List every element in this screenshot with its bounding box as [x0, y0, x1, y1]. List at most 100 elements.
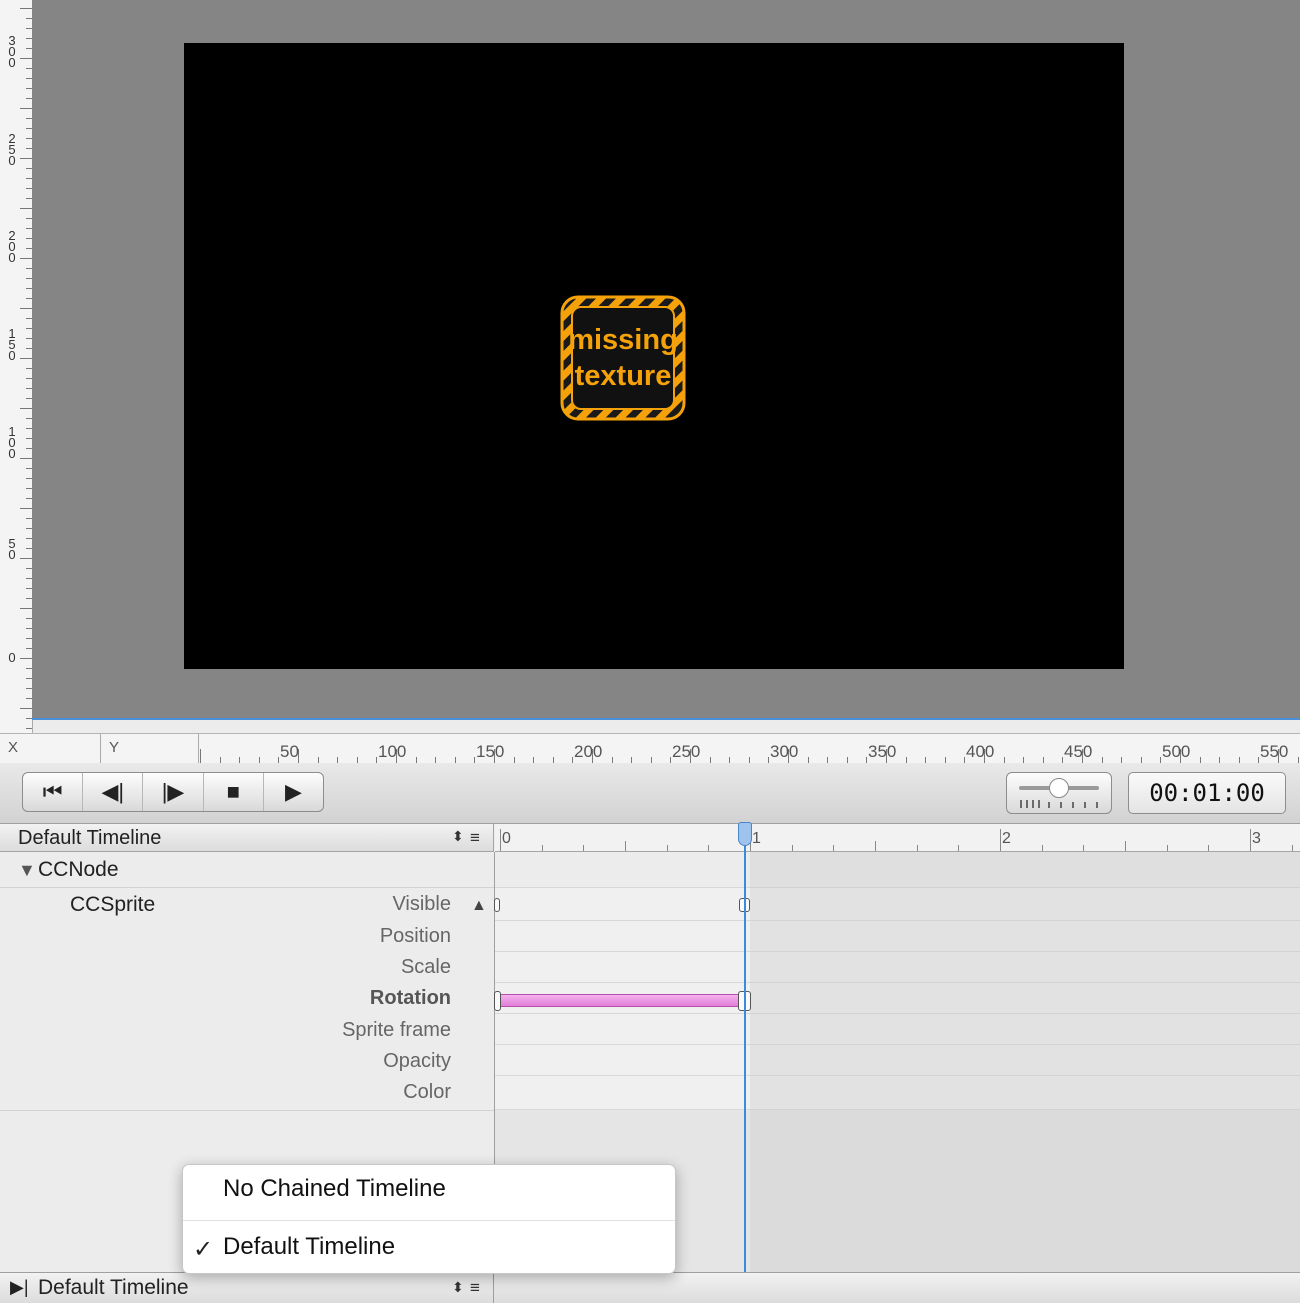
ruler-tick [20, 608, 32, 609]
ruler-tick [20, 658, 32, 659]
timeline-end-shade [750, 852, 1300, 1272]
ruler-tick [20, 558, 32, 559]
checkmark-icon: ✓ [193, 1236, 214, 1263]
property-sprite-frame[interactable]: Sprite frame [342, 1019, 451, 1042]
x-coordinate-field: X [0, 734, 101, 763]
ruler-tick [26, 728, 32, 729]
timeline-second-label: 3 [1252, 830, 1261, 847]
timeline-tick [833, 845, 834, 851]
property-opacity[interactable]: Opacity [383, 1050, 451, 1073]
timeline-tick [917, 845, 918, 851]
playhead-line[interactable] [744, 832, 746, 1272]
menu-item-no-chained[interactable]: No Chained Timeline [223, 1175, 446, 1203]
playback-toolbar: ⏮ ◀︎| |▶︎ ■ ▶ 00:01:00 [0, 763, 1300, 824]
vertical-ruler-label: 200 [8, 228, 16, 265]
scene-background[interactable]: missing texture [184, 43, 1124, 669]
step-back-button[interactable]: ◀︎| [83, 773, 144, 811]
timeline-tick [1167, 845, 1168, 851]
ruler-tick [20, 408, 32, 409]
row-divider [0, 1110, 494, 1111]
timeline-tick [958, 845, 959, 851]
timeline-tick [708, 845, 709, 851]
timeline-tick [500, 829, 501, 851]
list-menu-icon[interactable]: ≡ [470, 828, 480, 848]
timeline-second-label: 0 [502, 830, 511, 847]
node-ccsprite[interactable]: CCSprite [70, 893, 155, 917]
ruler-tick [20, 208, 32, 209]
horizontal-ruler-label: 500 [1162, 742, 1191, 761]
property-position[interactable]: Position [380, 925, 451, 948]
disclosure-triangle-icon[interactable]: ▼ [18, 860, 36, 881]
keyframe-rotation-start[interactable] [494, 991, 501, 1011]
chain-play-icon: ▶| [10, 1277, 29, 1297]
vertical-ruler-label: 300 [8, 33, 16, 70]
horizontal-ruler-label: 350 [868, 742, 897, 761]
list-menu-icon[interactable]: ≡ [470, 1278, 480, 1298]
ruler-tick [20, 508, 32, 509]
stop-button[interactable]: ■ [204, 773, 264, 811]
playhead-handle[interactable] [738, 822, 752, 846]
horizontal-ruler-label: 300 [770, 742, 799, 761]
vertical-ruler-label: 100 [8, 424, 16, 461]
play-button[interactable]: ▶ [264, 773, 323, 811]
stage-bottom-guide [32, 718, 1300, 720]
timeline-ruler[interactable]: 0 1 2 3 [495, 824, 1300, 852]
timeline-tick [583, 845, 584, 851]
horizontal-ruler-label: 150 [476, 742, 505, 761]
property-color[interactable]: Color [403, 1081, 451, 1104]
timeline-tick [792, 845, 793, 851]
zoom-slider-ticks [1020, 800, 1098, 808]
row-divider [0, 887, 494, 888]
zoom-slider-knob[interactable] [1049, 778, 1069, 798]
ruler-tick [20, 258, 32, 259]
ruler-tick [20, 458, 32, 459]
chained-timeline-label: Default Timeline [38, 1276, 189, 1299]
node-ccnode[interactable]: CCNode [38, 858, 119, 882]
timeline-selector[interactable]: Default Timeline ⬍ ≡ [0, 824, 494, 852]
ruler-tick [20, 108, 32, 109]
sprite-text-line2: texture [575, 360, 672, 392]
go-to-start-button[interactable]: ⏮ [23, 773, 84, 811]
horizontal-ruler-label: 200 [574, 742, 603, 761]
timeline-zoom-slider[interactable] [1006, 772, 1112, 814]
updown-arrows-icon: ⬍ [452, 828, 464, 844]
keyframe-visible-start[interactable] [494, 898, 500, 912]
horizontal-ruler-label: 550 [1260, 742, 1289, 761]
timeline-tick [875, 841, 876, 851]
step-forward-button[interactable]: |▶︎ [143, 773, 204, 811]
horizontal-ruler: X Y 50 100 150 200 250 300 350 400 450 500 550 [0, 733, 1300, 764]
timeline-tick [1083, 845, 1084, 851]
updown-arrows-icon: ⬍ [452, 1279, 464, 1295]
ruler-tick [20, 8, 32, 9]
timeline-name: Default Timeline [18, 827, 162, 849]
visible-toggle-arrow-icon[interactable]: ▲ [471, 897, 487, 915]
property-visible[interactable]: Visible [392, 893, 451, 916]
playback-controls: ⏮ ◀︎| |▶︎ ■ ▶ [22, 772, 324, 812]
chained-timeline-menu: No Chained Timeline ✓ Default Timeline [182, 1164, 676, 1274]
chained-timeline-bar: ▶| Default Timeline ⬍ ≡ [0, 1272, 1300, 1303]
horizontal-ruler-label: 450 [1064, 742, 1093, 761]
property-rotation[interactable]: Rotation [370, 987, 451, 1010]
ruler-tick [20, 308, 32, 309]
chained-timeline-selector[interactable]: ▶| Default Timeline ⬍ ≡ [0, 1273, 494, 1303]
ruler-tick [200, 749, 201, 763]
vertical-ruler-label: 0 [8, 650, 16, 665]
rotation-tween-bar[interactable] [499, 994, 743, 1007]
horizontal-ruler-label: 50 [280, 742, 299, 761]
missing-texture-sprite[interactable]: missing texture [560, 295, 686, 421]
ruler-tick [20, 158, 32, 159]
timeline-second-label: 2 [1002, 830, 1011, 847]
ruler-tick [20, 358, 32, 359]
timecode-display[interactable]: 00:01:00 [1128, 772, 1286, 814]
horizontal-ruler-label: 250 [672, 742, 701, 761]
vertical-ruler-label: 50 [8, 536, 16, 562]
horizontal-ruler-label: 100 [378, 742, 407, 761]
vertical-ruler: 300 250 200 150 100 50 0 [0, 0, 33, 733]
ruler-tick [20, 58, 32, 59]
ruler-tick [20, 708, 32, 709]
timeline-second-label: 1 [752, 830, 761, 847]
horizontal-ruler-label: 400 [966, 742, 995, 761]
property-scale[interactable]: Scale [401, 956, 451, 979]
timeline-tick [667, 845, 668, 851]
menu-item-default-timeline[interactable]: Default Timeline [223, 1233, 395, 1261]
